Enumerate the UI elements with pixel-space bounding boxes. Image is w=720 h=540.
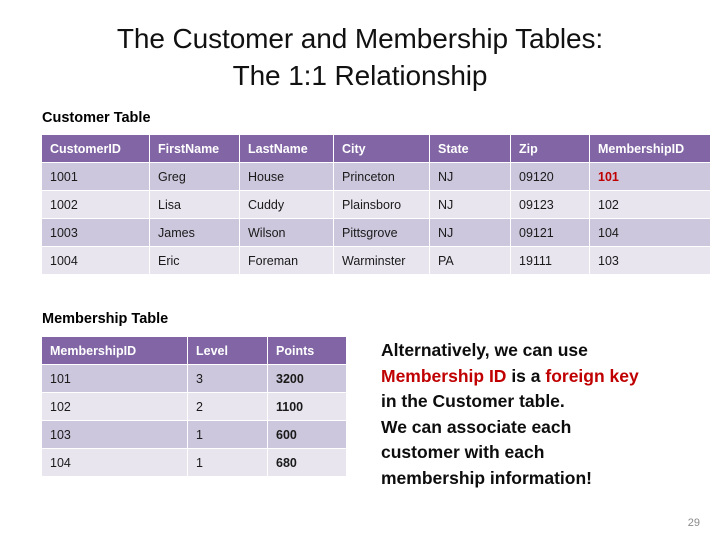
page-title-line-2: The 1:1 Relationship (232, 60, 488, 91)
cell-level: 2 (188, 393, 267, 420)
table-row: 104 1 680 (42, 449, 346, 476)
note-emphasis-membership-id: Membership ID (381, 365, 507, 386)
customer-table: CustomerID FirstName LastName City State… (41, 134, 711, 275)
cell-city: Pittsgrove (334, 219, 429, 246)
cell-membership-id: 101 (590, 163, 710, 190)
cell-zip: 19111 (511, 247, 589, 274)
column-header-state[interactable]: State (430, 135, 510, 162)
membership-table: MembershipID Level Points 101 3 3200 102… (41, 336, 347, 477)
page-number: 29 (687, 517, 700, 529)
customer-table-header-row: CustomerID FirstName LastName City State… (42, 135, 710, 162)
table-row: 1003 James Wilson Pittsgrove NJ 09121 10… (42, 219, 710, 246)
cell-state: NJ (430, 219, 510, 246)
cell-last-name: House (240, 163, 333, 190)
cell-last-name: Foreman (240, 247, 333, 274)
cell-state: NJ (430, 163, 510, 190)
note-emphasis-foreign-key: foreign key (545, 365, 639, 386)
note-line-6: membership information! (381, 467, 592, 488)
table-row: 103 1 600 (42, 421, 346, 448)
cell-points: 600 (268, 421, 346, 448)
cell-level: 1 (188, 421, 267, 448)
column-header-points[interactable]: Points (268, 337, 346, 364)
note-line-1: Alternatively, we can use (381, 340, 588, 360)
cell-points: 1100 (268, 393, 346, 420)
cell-membership-id: 102 (42, 393, 187, 420)
column-header-zip[interactable]: Zip (511, 135, 589, 162)
cell-level: 3 (188, 365, 267, 392)
cell-state: PA (430, 247, 510, 274)
cell-membership-id: 104 (42, 449, 187, 476)
cell-customer-id: 1001 (42, 163, 149, 190)
column-header-membership-id[interactable]: MembershipID (590, 135, 710, 162)
column-header-city[interactable]: City (334, 135, 429, 162)
cell-city: Plainsboro (334, 191, 429, 218)
cell-last-name: Cuddy (240, 191, 333, 218)
column-header-membership-id[interactable]: MembershipID (42, 337, 187, 364)
membership-table-caption: Membership Table (42, 311, 169, 327)
page-title: The Customer and Membership Tables: The … (0, 20, 720, 94)
cell-customer-id: 1004 (42, 247, 149, 274)
column-header-customer-id[interactable]: CustomerID (42, 135, 149, 162)
cell-city: Warminster (334, 247, 429, 274)
column-header-first-name[interactable]: FirstName (150, 135, 239, 162)
cell-membership-id: 101 (42, 365, 187, 392)
cell-points: 680 (268, 449, 346, 476)
cell-zip: 09123 (511, 191, 589, 218)
cell-membership-id: 102 (590, 191, 710, 218)
note-line-4: We can associate each (381, 416, 572, 437)
column-header-level[interactable]: Level (188, 337, 267, 364)
cell-first-name: Eric (150, 247, 239, 274)
table-row: 101 3 3200 (42, 365, 346, 392)
membership-table-header-row: MembershipID Level Points (42, 337, 346, 364)
table-row: 1004 Eric Foreman Warminster PA 19111 10… (42, 247, 710, 274)
page-title-line-1: The Customer and Membership Tables: (116, 23, 604, 54)
customer-table-caption: Customer Table (42, 110, 151, 126)
note-line-3: in the Customer table. (381, 391, 565, 411)
cell-zip: 09120 (511, 163, 589, 190)
cell-points: 3200 (268, 365, 346, 392)
cell-customer-id: 1002 (42, 191, 149, 218)
cell-first-name: James (150, 219, 239, 246)
note-line-5: customer with each (381, 442, 545, 462)
cell-first-name: Greg (150, 163, 239, 190)
table-row: 1002 Lisa Cuddy Plainsboro NJ 09123 102 (42, 191, 710, 218)
note-line-2: Membership ID is a foreign key (381, 364, 701, 390)
cell-last-name: Wilson (240, 219, 333, 246)
cell-state: NJ (430, 191, 510, 218)
cell-customer-id: 1003 (42, 219, 149, 246)
cell-city: Princeton (334, 163, 429, 190)
explanatory-note: Alternatively, we can use Membership ID … (381, 338, 701, 491)
table-row: 102 2 1100 (42, 393, 346, 420)
column-header-last-name[interactable]: LastName (240, 135, 333, 162)
cell-level: 1 (188, 449, 267, 476)
cell-membership-id: 103 (590, 247, 710, 274)
cell-membership-id: 104 (590, 219, 710, 246)
cell-first-name: Lisa (150, 191, 239, 218)
note-line-2-middle: is a (506, 365, 546, 386)
cell-membership-id: 103 (42, 421, 187, 448)
cell-zip: 09121 (511, 219, 589, 246)
table-row: 1001 Greg House Princeton NJ 09120 101 (42, 163, 710, 190)
